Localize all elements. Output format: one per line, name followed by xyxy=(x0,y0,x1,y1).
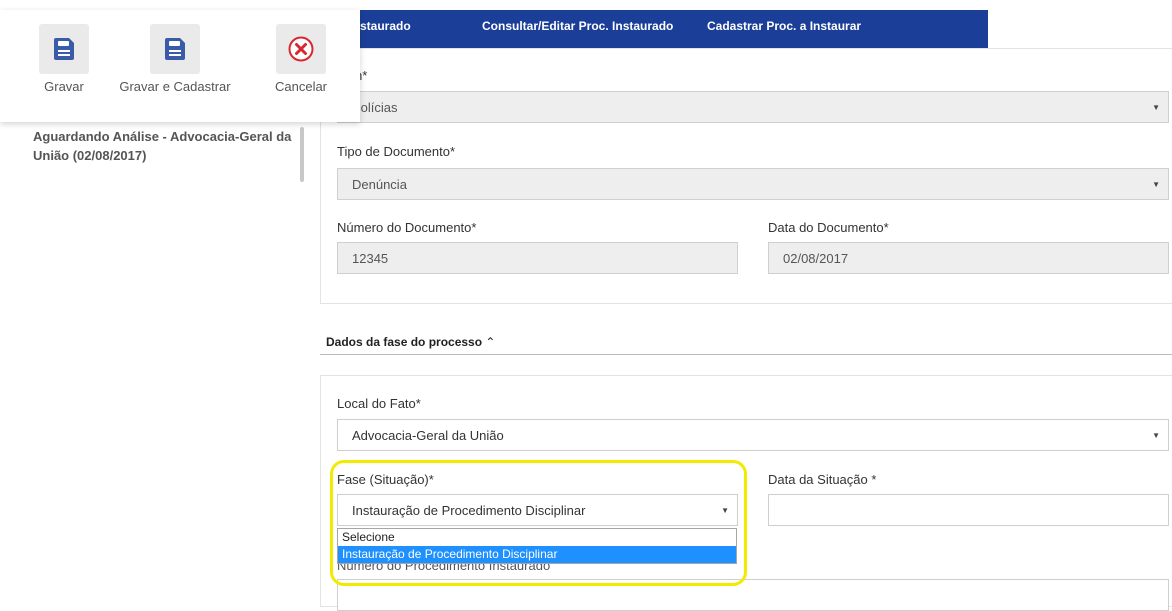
section-title-fase[interactable]: Dados da fase do processo ⌃ xyxy=(326,335,495,349)
phase-panel: Local do Fato* Advocacia-Geral da União … xyxy=(320,375,1172,611)
numero-documento-label: Número do Documento* xyxy=(337,220,477,235)
save-label: Gravar xyxy=(44,79,84,94)
floppy-disk-icon xyxy=(39,24,89,74)
close-icon xyxy=(276,24,326,74)
nav-item-consultar-editar[interactable]: Consultar/Editar Proc. Instaurado xyxy=(482,19,673,33)
data-situacao-field[interactable] xyxy=(768,494,1169,526)
fase-situacao-select[interactable]: Instauração de Procedimento Disciplinar … xyxy=(337,494,738,526)
data-situacao-label: Data da Situação * xyxy=(768,472,877,487)
tipo-documento-label: Tipo de Documento* xyxy=(337,144,456,159)
local-fato-value: Advocacia-Geral da União xyxy=(352,428,504,443)
tipo-documento-value: Denúncia xyxy=(352,177,407,192)
top-nav: roc. Instaurado Consultar/Editar Proc. I… xyxy=(324,10,988,53)
nav-item-cadastrar[interactable]: Cadastrar Proc. a Instaurar xyxy=(707,19,861,33)
section-divider xyxy=(320,354,1172,355)
tipo-documento-select[interactable]: Denúncia ▼ xyxy=(337,168,1169,200)
document-panel: gem* Polícias ▼ Tipo de Documento* Denún… xyxy=(320,48,1172,304)
save-button[interactable]: Gravar xyxy=(14,24,114,94)
cancel-button[interactable]: Cancelar xyxy=(251,24,351,94)
save-and-register-label: Gravar e Cadastrar xyxy=(119,79,231,94)
data-documento-label: Data do Documento* xyxy=(768,220,889,235)
fase-option-selecione[interactable]: Selecione xyxy=(338,529,736,546)
chevron-down-icon: ▼ xyxy=(721,506,729,515)
chevron-down-icon: ▼ xyxy=(1152,180,1160,189)
local-fato-label: Local do Fato* xyxy=(337,396,421,411)
process-status: Aguardando Análise - Advocacia-Geral da … xyxy=(33,129,292,163)
numero-procedimento-field[interactable] xyxy=(337,579,1169,611)
chevron-up-icon: ⌃ xyxy=(485,335,496,349)
local-fato-select[interactable]: Advocacia-Geral da União ▼ xyxy=(337,419,1169,451)
chevron-down-icon: ▼ xyxy=(1152,431,1160,440)
floppy-disk-icon xyxy=(150,24,200,74)
save-and-register-button[interactable]: Gravar e Cadastrar xyxy=(116,24,234,94)
action-toolbar: Gravar Gravar e Cadastrar Cancelar xyxy=(0,10,360,122)
fase-options-list: Selecione Instauração de Procedimento Di… xyxy=(337,528,737,564)
fase-situacao-value: Instauração de Procedimento Disciplinar xyxy=(352,503,586,518)
section-title-text: Dados da fase do processo xyxy=(326,335,483,349)
fase-option-instauracao[interactable]: Instauração de Procedimento Disciplinar xyxy=(338,546,736,563)
fase-situacao-label: Fase (Situação)* xyxy=(337,472,434,487)
data-documento-field[interactable]: 02/08/2017 xyxy=(768,242,1169,274)
numero-documento-field[interactable]: 12345 xyxy=(337,242,738,274)
cancel-label: Cancelar xyxy=(274,79,328,94)
origem-select[interactable]: Polícias ▼ xyxy=(337,91,1169,123)
sidebar-scrollbar[interactable] xyxy=(300,127,304,182)
chevron-down-icon: ▼ xyxy=(1152,103,1160,112)
